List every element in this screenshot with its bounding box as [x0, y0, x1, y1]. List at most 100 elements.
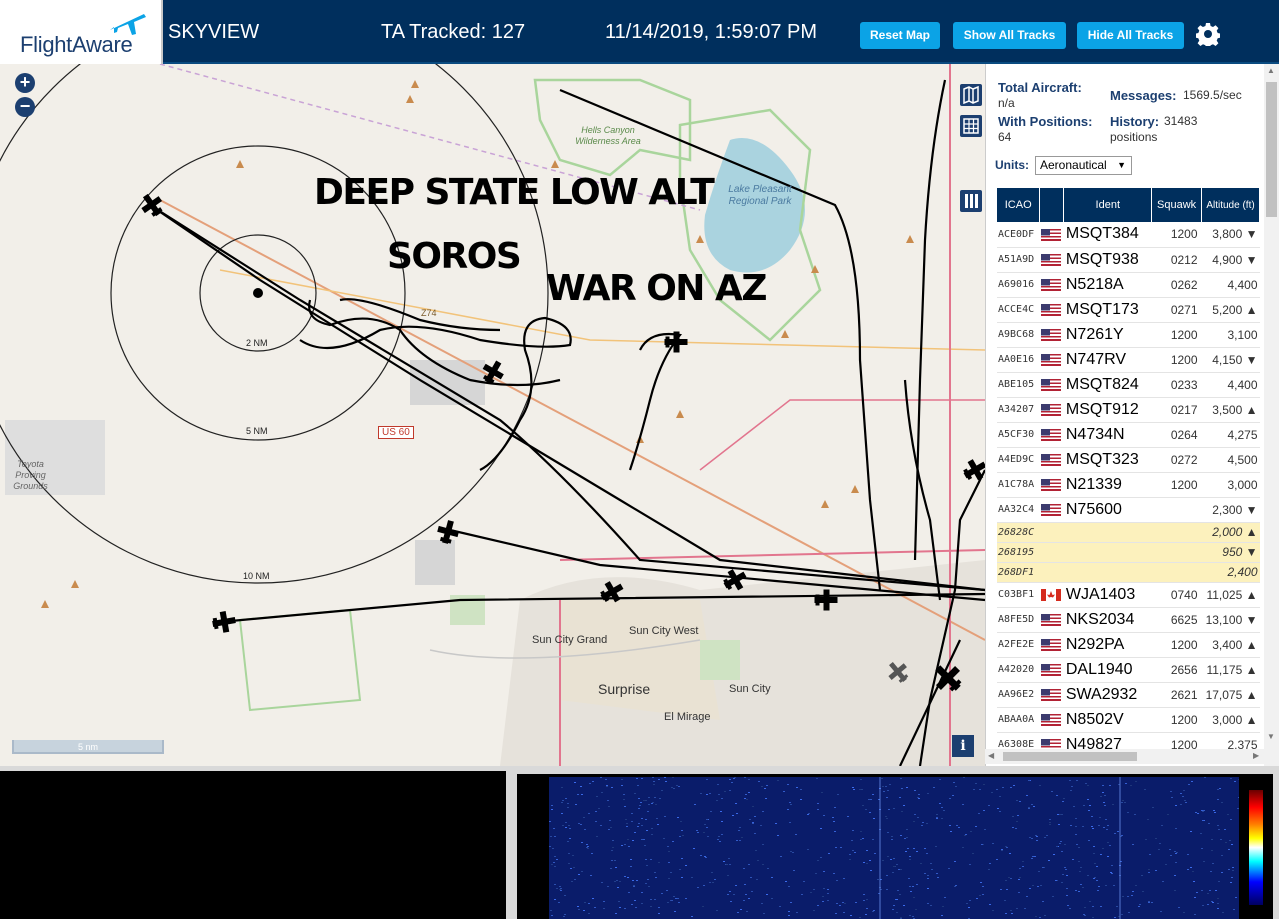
table-row[interactable]: 268DF1 2,400 — [997, 562, 1260, 583]
map-view[interactable]: 2 NM 5 NM 10 NM Hells Canyon Wilderness … — [0, 64, 985, 766]
cell-alt: 5,200 ▲ — [1201, 297, 1260, 323]
cell-alt: 4,275 — [1201, 422, 1260, 448]
cell-squawk: 6625 — [1151, 607, 1202, 633]
show-all-tracks-button[interactable]: Show All Tracks — [953, 22, 1066, 49]
basemap — [0, 64, 985, 766]
col-icao[interactable]: ICAO — [997, 188, 1041, 222]
table-row[interactable]: ACE0DF MSQT384 1200 3,800 ▼ — [997, 222, 1260, 248]
cell-ident: N5218A — [1063, 272, 1152, 298]
cell-ident: N747RV — [1063, 347, 1152, 373]
units-select[interactable]: Aeronautical ▼ — [1035, 156, 1132, 175]
cell-alt: 17,075 ▲ — [1201, 682, 1260, 708]
cell-flag — [1039, 582, 1064, 608]
zoom-out-button[interactable]: − — [15, 97, 35, 117]
cell-squawk — [1151, 497, 1202, 523]
cell-squawk: 0233 — [1151, 372, 1202, 398]
cell-flag — [1039, 707, 1064, 733]
cell-squawk: 0212 — [1151, 247, 1202, 273]
cell-alt: 3,400 ▲ — [1201, 632, 1260, 658]
aircraft-table-body: ACE0DF MSQT384 1200 3,800 ▼ A51A9D MSQT938 021… — [997, 222, 1260, 758]
columns-toggle-icon[interactable] — [960, 190, 982, 212]
hide-all-tracks-button[interactable]: Hide All Tracks — [1077, 22, 1184, 49]
cell-alt: 4,400 — [1201, 272, 1260, 298]
grid-toggle-icon[interactable] — [960, 115, 982, 137]
us-flag-icon — [1040, 689, 1061, 702]
cell-icao: ACCE4C — [997, 297, 1040, 323]
table-row[interactable]: A42020 DAL1940 2656 11,175 ▲ — [997, 657, 1260, 683]
col-altitude[interactable]: Altitude (ft) — [1201, 188, 1260, 222]
top-bar: FlightAware SKYVIEW TA Tracked: 127 11/1… — [0, 0, 1279, 64]
reset-map-button[interactable]: Reset Map — [860, 22, 940, 49]
place-toyota-proving-grounds: Toyota Proving Grounds — [13, 459, 48, 491]
table-row[interactable]: 268195 950 ▼ — [997, 542, 1260, 563]
cell-ident: MSQT173 — [1063, 297, 1152, 323]
table-row[interactable]: A2FE2E N292PA 1200 3,400 ▲ — [997, 632, 1260, 658]
table-row[interactable]: AA96E2 SWA2932 2621 17,075 ▲ — [997, 682, 1260, 708]
cell-icao: 268195 — [997, 542, 1040, 563]
cell-squawk: 0262 — [1151, 272, 1202, 298]
hscrollbar-thumb[interactable] — [1003, 752, 1137, 761]
table-row[interactable]: A34207 MSQT912 0217 3,500 ▲ — [997, 397, 1260, 423]
map-layers-icon[interactable] — [960, 84, 982, 106]
us-flag-icon — [1040, 479, 1061, 492]
table-row[interactable]: ACCE4C MSQT173 0271 5,200 ▲ — [997, 297, 1260, 323]
table-row[interactable]: AA0E16 N747RV 1200 4,150 ▼ — [997, 347, 1260, 373]
messages-label: Messages: — [1110, 88, 1177, 103]
col-flag[interactable] — [1039, 188, 1065, 222]
col-ident[interactable]: Ident — [1063, 188, 1153, 222]
flightaware-logo[interactable]: FlightAware — [0, 0, 163, 64]
cell-alt: 3,100 — [1201, 322, 1260, 348]
cell-squawk: 1200 — [1151, 347, 1202, 373]
messages-value: 1569.5/sec — [1183, 88, 1242, 102]
table-row[interactable]: A8FE5D NKS2034 6625 13,100 ▼ — [997, 607, 1260, 633]
road-shield-us60: US 60 — [378, 426, 414, 439]
cell-squawk: 0272 — [1151, 447, 1202, 473]
us-flag-icon — [1040, 254, 1061, 267]
settings-gear-icon[interactable] — [1196, 22, 1220, 46]
table-row[interactable]: A5CF30 N4734N 0264 4,275 — [997, 422, 1260, 448]
overlay-line-1: DEEP STATE LOW ALT — [314, 172, 715, 213]
place-lake-pleasant: Lake Pleasant Regional Park — [728, 184, 792, 207]
cell-flag — [1039, 497, 1064, 523]
scrollbar-thumb[interactable] — [1266, 82, 1277, 217]
cell-icao: A4ED9C — [997, 447, 1040, 473]
cell-icao: C03BF1 — [997, 582, 1040, 608]
cell-flag — [1039, 522, 1064, 543]
cell-alt: 3,000 ▲ — [1201, 707, 1260, 733]
place-sun-city-west: Sun City West — [629, 625, 699, 637]
table-row[interactable]: A51A9D MSQT938 0212 4,900 ▼ — [997, 247, 1260, 273]
us-flag-icon — [1040, 504, 1061, 517]
cell-squawk — [1151, 562, 1202, 583]
us-flag-icon — [1040, 639, 1061, 652]
cell-icao: AA0E16 — [997, 347, 1040, 373]
table-row[interactable]: A1C78A N21339 1200 3,000 — [997, 472, 1260, 498]
panel-horizontal-scrollbar[interactable]: ◀ ▶ — [985, 749, 1265, 764]
panel-vertical-scrollbar[interactable]: ▲ ▼ — [1264, 64, 1279, 766]
table-row[interactable]: C03BF1 WJA1403 0740 11,025 ▲ — [997, 582, 1260, 608]
cell-alt: 2,400 — [1201, 562, 1260, 583]
table-row[interactable]: ABAA0A N8502V 1200 3,000 ▲ — [997, 707, 1260, 733]
cell-alt: 3,800 ▼ — [1201, 222, 1260, 248]
table-row[interactable]: ABE105 MSQT824 0233 4,400 — [997, 372, 1260, 398]
cell-alt: 3,500 ▲ — [1201, 397, 1260, 423]
us-flag-icon — [1040, 714, 1061, 727]
us-flag-icon — [1040, 304, 1061, 317]
info-icon[interactable]: i — [952, 735, 974, 757]
units-select-value: Aeronautical — [1040, 158, 1107, 172]
aircraft-panel: Total Aircraft: n/a Messages: 1569.5/sec… — [985, 64, 1279, 766]
zoom-in-button[interactable]: + — [15, 73, 35, 93]
table-row[interactable]: A4ED9C MSQT323 0272 4,500 — [997, 447, 1260, 473]
table-row[interactable]: A69016 N5218A 0262 4,400 — [997, 272, 1260, 298]
cell-flag — [1039, 322, 1064, 348]
cell-ident: MSQT824 — [1063, 372, 1152, 398]
cell-ident: N8502V — [1063, 707, 1152, 733]
col-squawk[interactable]: Squawk — [1151, 188, 1203, 222]
overlay-line-3: WAR ON AZ — [546, 268, 767, 309]
us-flag-icon — [1040, 614, 1061, 627]
table-row[interactable]: 26828C 2,000 ▲ — [997, 522, 1260, 543]
table-row[interactable]: A9BC68 N7261Y 1200 3,100 — [997, 322, 1260, 348]
cell-squawk: 1200 — [1151, 707, 1202, 733]
table-row[interactable]: AA32C4 N75600 2,300 ▼ — [997, 497, 1260, 523]
place-sun-city: Sun City — [729, 683, 771, 695]
us-flag-icon — [1040, 454, 1061, 467]
